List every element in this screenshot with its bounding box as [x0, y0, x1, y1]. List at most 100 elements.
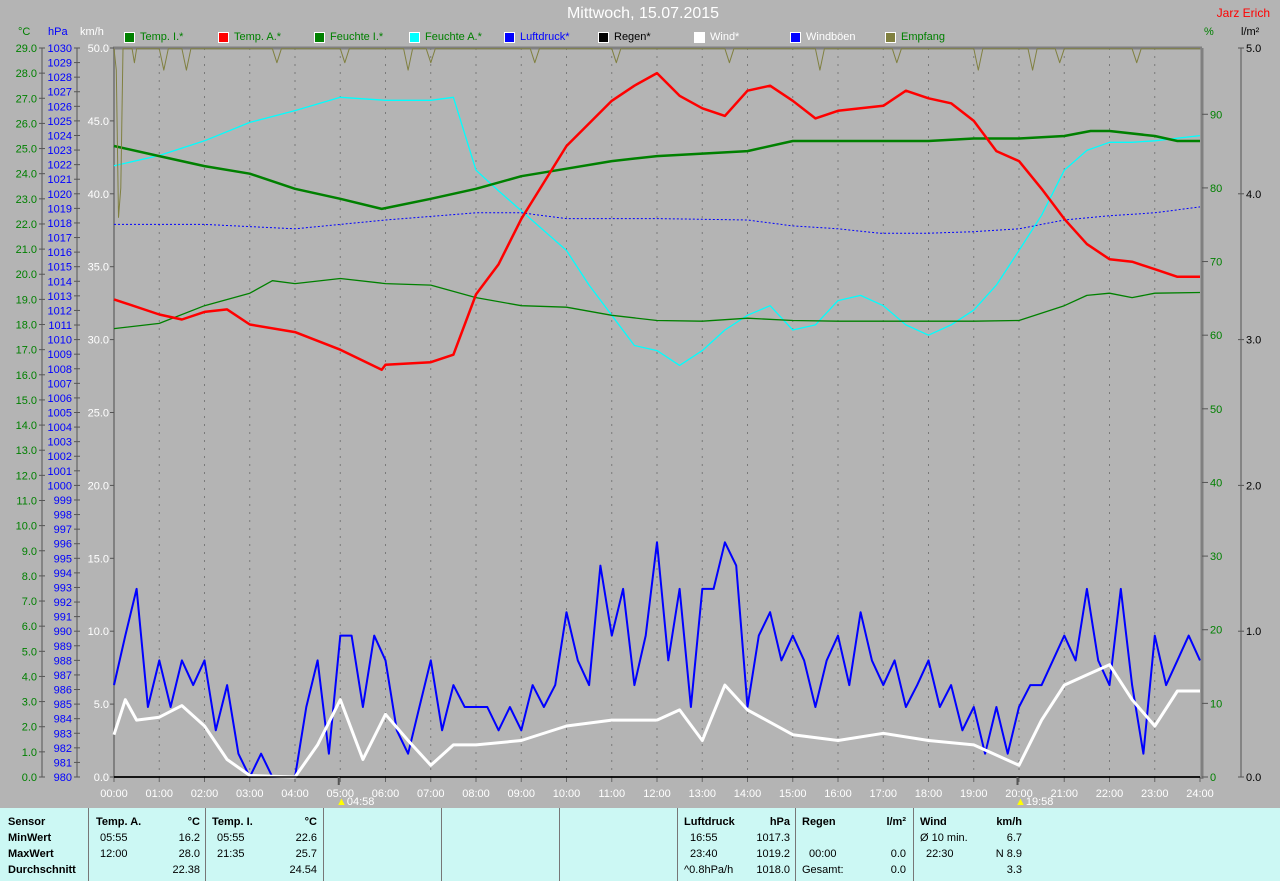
- humidity-tick-label: 80: [1210, 183, 1222, 195]
- pressure-tick-label: 1020: [48, 189, 72, 201]
- temp-i-min: 22.6: [295, 832, 317, 844]
- temp-tick-label: 19.0: [16, 294, 37, 306]
- temp-tick-label: 2.0: [22, 722, 37, 734]
- temp-tick-label: 6.0: [22, 621, 37, 633]
- temp-i-header: Temp. I.: [212, 816, 253, 828]
- sunrise-marker: ▲04:58: [336, 796, 374, 808]
- pressure-tick-label: 1015: [48, 262, 72, 274]
- humidity-tick-label: 50: [1210, 404, 1222, 416]
- temp-tick-label: 20.0: [16, 269, 37, 281]
- temp-tick-label: 12.0: [16, 470, 37, 482]
- temp-tick-label: 24.0: [16, 169, 37, 181]
- pressure-tick-label: 1028: [48, 72, 72, 84]
- humidity-tick-label: 90: [1210, 109, 1222, 121]
- temp-a-min: 16.2: [178, 832, 200, 844]
- pressure-tick-label: 1007: [48, 378, 72, 390]
- row-label-avg: Durchschnitt: [8, 864, 76, 876]
- row-label-min: MinWert: [8, 832, 52, 844]
- pressure-tick-label: 980: [54, 772, 72, 784]
- x-tick-label: 08:00: [462, 788, 490, 800]
- pressure-tick-label: 1003: [48, 437, 72, 449]
- wind-max-time: 22:30: [926, 848, 954, 860]
- weather-chart: 00:00 01:00 02:00 03:00 04:00 05:00 06:00 07:00…: [16, 43, 1262, 800]
- pressure-tick-label: 1022: [48, 160, 72, 172]
- rain-tick-label: 2.0: [1246, 480, 1261, 492]
- pressure-tick-label: 985: [54, 699, 72, 711]
- pressure-tick-label: 998: [54, 510, 72, 522]
- pressure-tick-label: 990: [54, 626, 72, 638]
- wind-tick-label: 35.0: [88, 262, 109, 274]
- humidity-tick-label: 30: [1210, 551, 1222, 563]
- temp-tick-label: 21.0: [16, 244, 37, 256]
- x-tick-label: 23:00: [1141, 788, 1169, 800]
- wind-tick-label: 30.0: [88, 335, 109, 347]
- pressure-tick-label: 988: [54, 655, 72, 667]
- pressure-tick-label: 1021: [48, 174, 72, 186]
- temp-tick-label: 26.0: [16, 118, 37, 130]
- pressure-tick-label: 1005: [48, 408, 72, 420]
- temp-tick-label: 3.0: [22, 697, 37, 709]
- temp-a-max: 28.0: [178, 848, 200, 860]
- temp-a-header: Temp. A.: [96, 816, 142, 828]
- pressure-tick-label: 1016: [48, 247, 72, 259]
- x-tick-label: 18:00: [915, 788, 943, 800]
- temp-i-min-time: 05:55: [217, 832, 245, 844]
- temp-tick-label: 4.0: [22, 671, 37, 683]
- pressure-tick-label: 1002: [48, 451, 72, 463]
- pressure-tick-label: 1029: [48, 58, 72, 70]
- wind-tick-label: 15.0: [88, 553, 109, 565]
- temp-tick-label: 7.0: [22, 596, 37, 608]
- temp-tick-label: 23.0: [16, 194, 37, 206]
- pressure-tick-label: 1000: [48, 480, 72, 492]
- pressure-tick-label: 1009: [48, 349, 72, 361]
- pressure-tick-label: 981: [54, 757, 72, 769]
- wind-tick-label: 40.0: [88, 189, 109, 201]
- sunrise-time: 04:58: [346, 796, 375, 808]
- x-tick-label: 06:00: [372, 788, 400, 800]
- pressure-min-time: 16:55: [690, 832, 718, 844]
- x-tick-label: 10:00: [553, 788, 581, 800]
- temp-i-max-time: 21:35: [217, 848, 245, 860]
- wind-tick-label: 20.0: [88, 480, 109, 492]
- pressure-tick-label: 1001: [48, 466, 72, 478]
- pressure-tick-label: 993: [54, 582, 72, 594]
- temp-tick-label: 18.0: [16, 320, 37, 332]
- pressure-tick-label: 991: [54, 612, 72, 624]
- x-tick-label: 03:00: [236, 788, 264, 800]
- rain-total-label: Gesamt:: [802, 864, 844, 876]
- pressure-tick-label: 983: [54, 728, 72, 740]
- wind-avg: 6.7: [1006, 832, 1022, 844]
- sensor-header: Sensor: [8, 816, 46, 828]
- pressure-tick-label: 1024: [48, 130, 72, 142]
- x-tick-label: 22:00: [1096, 788, 1124, 800]
- pressure-tick-label: 1012: [48, 305, 72, 317]
- pressure-tick-label: 1014: [48, 276, 72, 288]
- humidity-tick-label: 0: [1210, 772, 1216, 784]
- pressure-tick-label: 994: [54, 568, 72, 580]
- humidity-tick-label: 40: [1210, 477, 1222, 489]
- pressure-min: 1017.3: [756, 832, 790, 844]
- temp-tick-label: 28.0: [16, 68, 37, 80]
- pressure-tick-label: 986: [54, 685, 72, 697]
- pressure-tick-label: 1018: [48, 218, 72, 230]
- temp-tick-label: 1.0: [22, 747, 37, 759]
- temp-tick-label: 8.0: [22, 571, 37, 583]
- x-tick-label: 14:00: [734, 788, 762, 800]
- pressure-tick-label: 999: [54, 495, 72, 507]
- humidity-tick-label: 20: [1210, 625, 1222, 637]
- temp-tick-label: 16.0: [16, 370, 37, 382]
- temp-tick-label: 11.0: [16, 495, 37, 507]
- wind-unit: km/h: [996, 816, 1022, 828]
- temp-a-max-time: 12:00: [100, 848, 128, 860]
- pressure-tick-label: 987: [54, 670, 72, 682]
- temp-tick-label: 29.0: [16, 43, 37, 55]
- x-tick-label: 16:00: [824, 788, 852, 800]
- pressure-tick-label: 1017: [48, 233, 72, 245]
- pressure-header: Luftdruck: [684, 816, 735, 828]
- pressure-tick-label: 1013: [48, 291, 72, 303]
- wind-max: N 8.9: [995, 848, 1022, 860]
- sunset-marker: ▲19:58: [1015, 796, 1053, 808]
- wind-tick-label: 25.0: [88, 408, 109, 420]
- temp-a-min-time: 05:55: [100, 832, 128, 844]
- pressure-max: 1019.2: [756, 848, 790, 860]
